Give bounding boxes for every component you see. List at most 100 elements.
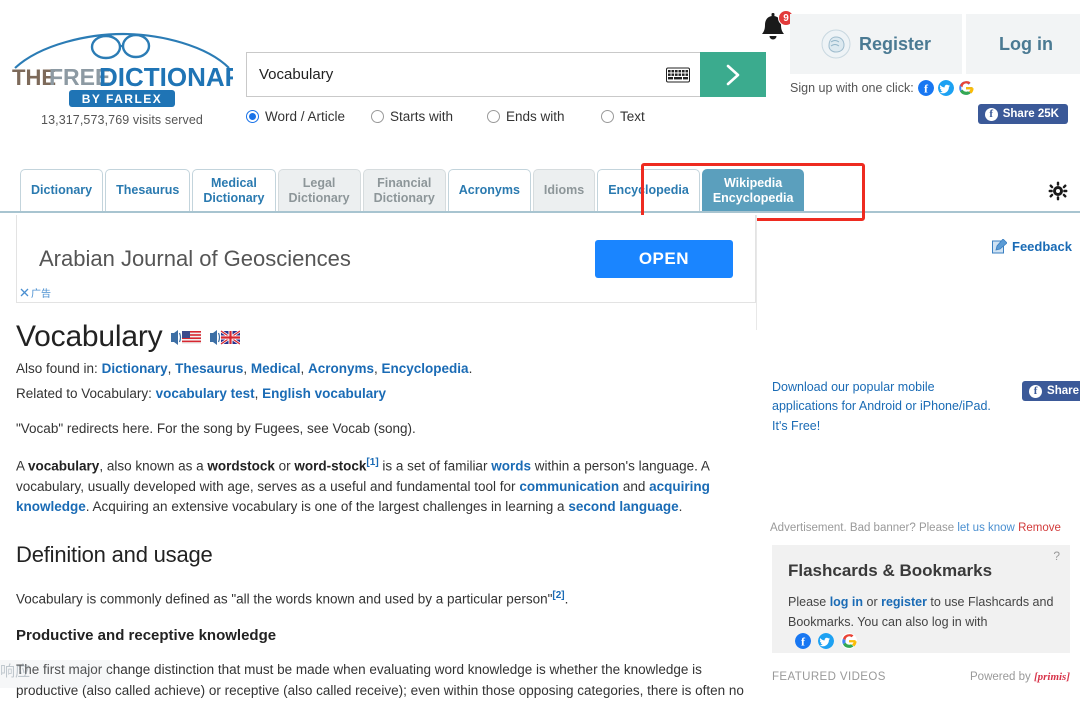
facebook-share-button[interactable]: f Share 25K	[977, 104, 1068, 124]
reference-1[interactable]: [1]	[366, 457, 378, 468]
avatar-icon	[821, 29, 851, 59]
definition-text: Vocabulary is commonly defined as "all t…	[16, 591, 553, 607]
radio-ends-with[interactable]: Ends with	[487, 109, 601, 124]
related-link-vocabulary-test[interactable]: vocabulary test	[156, 386, 255, 401]
login-button[interactable]: Log in	[966, 14, 1080, 74]
main-area: Arabian Journal of Geosciences OPEN 广告 V…	[0, 215, 1080, 701]
also-found-link-dictionary[interactable]: Dictionary	[102, 361, 168, 376]
also-found-link-medical[interactable]: Medical	[251, 361, 301, 376]
signup-label: Sign up with one click:	[790, 81, 914, 95]
advertisement-note: Advertisement. Bad banner? Please let us…	[770, 522, 1080, 534]
site-logo[interactable]: THE FREE DICTIONARY BY FARLEX 13,317,573…	[8, 30, 236, 127]
google-icon[interactable]	[841, 633, 857, 649]
advert-prefix: Advertisement. Bad banner? Please	[770, 522, 955, 534]
tab-idioms[interactable]: Idioms	[532, 169, 596, 211]
also-found-line: Also found in: Dictionary, Thesaurus, Me…	[16, 361, 473, 376]
lead-text-f: and	[619, 479, 650, 495]
facebook-icon: f	[1029, 384, 1043, 398]
tab-dictionary[interactable]: Dictionary	[20, 169, 104, 211]
radio-dot	[371, 110, 384, 123]
powered-by-label: Powered by	[970, 671, 1031, 683]
also-found-link-encyclopedia[interactable]: Encyclopedia	[382, 361, 469, 376]
flashcards-help-icon[interactable]: ?	[1053, 549, 1060, 563]
twitter-icon[interactable]	[818, 633, 834, 649]
lead-paragraph: A vocabulary, also known as a wordstock …	[16, 455, 756, 517]
rail-facebook-share-button[interactable]: f Share	[1022, 381, 1080, 401]
productive-paragraph: The first major change distinction that …	[16, 660, 756, 701]
google-icon[interactable]	[957, 80, 974, 96]
column-divider	[756, 215, 757, 330]
tab-wikipedia-encyclopedia[interactable]: Wikipedia Encyclopedia	[701, 169, 805, 211]
speaker-us-flag-icon[interactable]	[171, 329, 202, 346]
tab-thesaurus[interactable]: Thesaurus	[105, 169, 191, 211]
feedback-button[interactable]: Feedback	[992, 239, 1072, 254]
search-area: Word / Article Starts with Ends with Tex…	[246, 52, 766, 124]
facebook-icon[interactable]: f	[917, 80, 934, 96]
related-label: Related to Vocabulary:	[16, 385, 152, 401]
lead-text-g: . Acquiring an extensive vocabulary is o…	[85, 499, 569, 515]
keyboard-icon[interactable]	[666, 67, 690, 82]
ad-close-label: 广告	[31, 289, 51, 300]
visits-counter: 13,317,573,769 visits served	[41, 113, 203, 127]
by-farlex-badge-icon: BY FARLEX	[69, 90, 175, 107]
twitter-icon[interactable]	[937, 80, 954, 96]
ad-close-control[interactable]: 广告	[20, 285, 51, 300]
powered-by-group: Powered by [primis]	[970, 671, 1070, 683]
tab-acronyms[interactable]: Acronyms	[447, 169, 531, 211]
related-link-english-vocabulary[interactable]: English vocabulary	[262, 386, 386, 401]
facebook-icon: f	[984, 107, 998, 121]
also-found-link-acronyms[interactable]: Acronyms	[308, 361, 374, 376]
tab-medical-dictionary[interactable]: Medical Dictionary	[192, 169, 276, 211]
reference-2[interactable]: [2]	[552, 590, 564, 601]
flashcards-social-logins: f	[791, 633, 857, 649]
notifications-bell[interactable]: 9	[758, 10, 794, 48]
lead-bold-word-stock: word-stock	[294, 458, 367, 474]
radio-dot	[487, 110, 500, 123]
promo-line-3: It's Free!	[772, 418, 821, 433]
flashcards-login-link[interactable]: log in	[830, 595, 863, 609]
remove-ads-link[interactable]: Remove	[1018, 522, 1061, 534]
tab-legal-dictionary[interactable]: Legal Dictionary	[277, 169, 361, 211]
let-us-know-link[interactable]: let us know	[957, 522, 1015, 534]
register-button[interactable]: Register	[790, 14, 962, 74]
flashcards-register-link[interactable]: register	[881, 595, 927, 609]
lead-text-a: A	[16, 458, 29, 474]
radio-label: Starts with	[390, 109, 454, 124]
tab-financial-dictionary[interactable]: Financial Dictionary	[362, 169, 446, 211]
link-second-language[interactable]: second language	[568, 499, 678, 514]
login-label: Log in	[999, 33, 1053, 54]
also-found-link-thesaurus[interactable]: Thesaurus	[175, 361, 243, 376]
article-column: Arabian Journal of Geosciences OPEN 广告 V…	[16, 215, 756, 701]
productive-text-a: The first major change distinction that …	[16, 662, 744, 698]
ad-banner[interactable]: Arabian Journal of Geosciences OPEN 广告	[16, 215, 756, 303]
ad-open-button[interactable]: OPEN	[594, 239, 733, 278]
link-words[interactable]: words	[491, 459, 531, 474]
register-label: Register	[858, 33, 932, 54]
search-input[interactable]	[247, 53, 700, 96]
gear-icon[interactable]	[1048, 181, 1068, 201]
svg-text:BY FARLEX: BY FARLEX	[82, 92, 163, 106]
screen-watermark: 响应	[0, 660, 110, 688]
radio-word-article[interactable]: Word / Article	[246, 109, 371, 124]
flashcards-title: Flashcards & Bookmarks	[788, 561, 993, 580]
flash-text-a: Please	[788, 595, 830, 609]
page-title: Vocabulary	[16, 320, 756, 354]
definition-period: .	[564, 591, 569, 607]
lead-bold-vocabulary: vocabulary	[28, 458, 100, 474]
also-found-label: Also found in:	[16, 361, 98, 376]
radio-dot	[601, 110, 614, 123]
account-buttons: Register Log in	[790, 14, 1080, 74]
facebook-icon[interactable]: f	[795, 633, 811, 649]
mobile-apps-promo[interactable]: Download our popular mobile applications…	[772, 378, 1012, 436]
flashcards-body: Please log in or register to use Flashca…	[788, 592, 1054, 652]
search-field[interactable]	[246, 52, 700, 97]
radio-label: Text	[620, 109, 645, 124]
radio-text[interactable]: Text	[601, 109, 645, 124]
radio-starts-with[interactable]: Starts with	[371, 109, 487, 124]
speaker-uk-flag-icon[interactable]	[210, 329, 241, 346]
search-submit-button[interactable]	[700, 52, 766, 97]
feedback-label: Feedback	[1012, 239, 1072, 254]
link-communication[interactable]: communication	[519, 479, 619, 494]
featured-videos-bar: FEATURED VIDEOS Powered by [primis]	[772, 671, 1070, 683]
tab-encyclopedia[interactable]: Encyclopedia	[597, 169, 700, 211]
